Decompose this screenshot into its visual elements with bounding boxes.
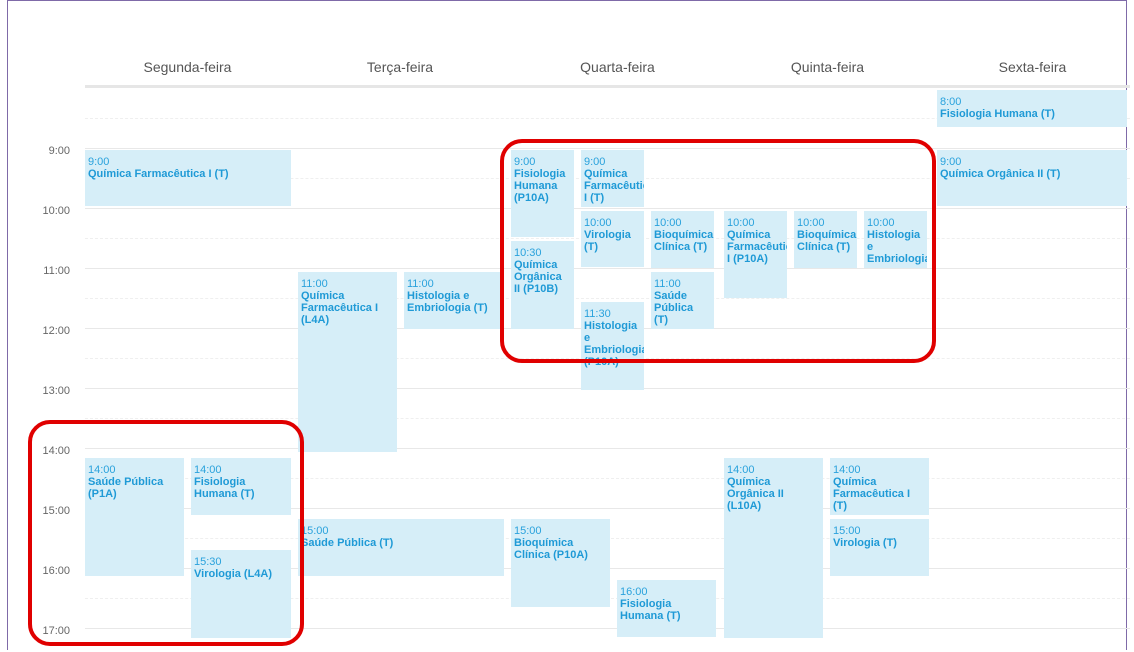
event-time: 16:00 xyxy=(620,586,648,598)
event-title: Química Orgânica II (T) xyxy=(940,168,1061,180)
calendar-event[interactable]: 16:00 Fisiologia Humana (T) xyxy=(617,580,716,637)
day-header-thursday: Quinta-feira xyxy=(790,59,865,75)
highlight-ring xyxy=(28,420,304,646)
time-label: 9:00 xyxy=(48,145,70,157)
day-header-friday: Sexta-feira xyxy=(998,59,1067,75)
event-title: Química Orgânica II (L10A) xyxy=(727,476,784,512)
calendar-event[interactable]: 14:00 Química Farmacêutica I (T) xyxy=(830,458,929,515)
event-time: 15:00 xyxy=(301,525,329,537)
time-label: 13:00 xyxy=(42,385,70,397)
event-title: Saúde Pública (T) xyxy=(301,537,394,549)
calendar-event[interactable]: 9:00 Química Orgânica II (T) xyxy=(937,150,1127,206)
event-time: 11:00 xyxy=(301,278,328,290)
event-time: 9:00 xyxy=(88,156,110,168)
event-title: Fisiologia Humana (T) xyxy=(940,108,1055,120)
day-header-monday: Segunda-feira xyxy=(143,59,232,75)
event-time: 14:00 xyxy=(833,464,861,476)
calendar-event[interactable]: 11:00 Histologia e Embriologia (T) xyxy=(404,272,504,329)
event-time: 11:00 xyxy=(407,278,434,290)
event-time: 9:00 xyxy=(940,156,962,168)
event-title: Química Farmacêutica I (T) xyxy=(833,476,911,512)
day-header-tuesday: Terça-feira xyxy=(366,59,434,75)
calendar-event[interactable]: 15:00 Virologia (T) xyxy=(830,519,929,576)
time-label: 12:00 xyxy=(42,325,70,337)
event-time: 8:00 xyxy=(940,96,962,108)
event-time: 15:00 xyxy=(833,525,861,537)
event-title: Fisiologia Humana (T) xyxy=(620,598,681,622)
day-header-wednesday: Quarta-feira xyxy=(580,59,655,75)
event-title: Virologia (T) xyxy=(833,537,897,549)
event-time: 14:00 xyxy=(727,464,755,476)
event-title: Química Farmacêutica I (T) xyxy=(88,168,229,180)
calendar-event[interactable]: 11:00 Química Farmacêutica I (L4A) xyxy=(298,272,397,452)
event-title: Química Farmacêutica I (L4A) xyxy=(301,290,379,326)
calendar-event[interactable]: 15:00 Saúde Pública (T) xyxy=(298,519,504,576)
calendar-event[interactable]: 14:00 Química Orgânica II (L10A) xyxy=(724,458,823,638)
event-title: Histologia e Embriologia (T) xyxy=(407,290,488,314)
calendar-event[interactable]: 9:00 Química Farmacêutica I (T) xyxy=(85,150,291,206)
highlight-ring xyxy=(500,139,936,363)
time-label: 11:00 xyxy=(43,265,70,277)
grid-line xyxy=(85,418,1130,419)
calendar-event[interactable]: 8:00 Fisiologia Humana (T) xyxy=(937,90,1127,127)
calendar-header: Segunda-feira Terça-feira Quarta-feira Q… xyxy=(85,55,1130,88)
calendar-event[interactable]: 15:00 Bioquímica Clínica (P10A) xyxy=(511,519,610,607)
event-title: Bioquímica Clínica (P10A) xyxy=(514,537,588,561)
time-label: 10:00 xyxy=(42,205,70,217)
event-time: 15:00 xyxy=(514,525,542,537)
